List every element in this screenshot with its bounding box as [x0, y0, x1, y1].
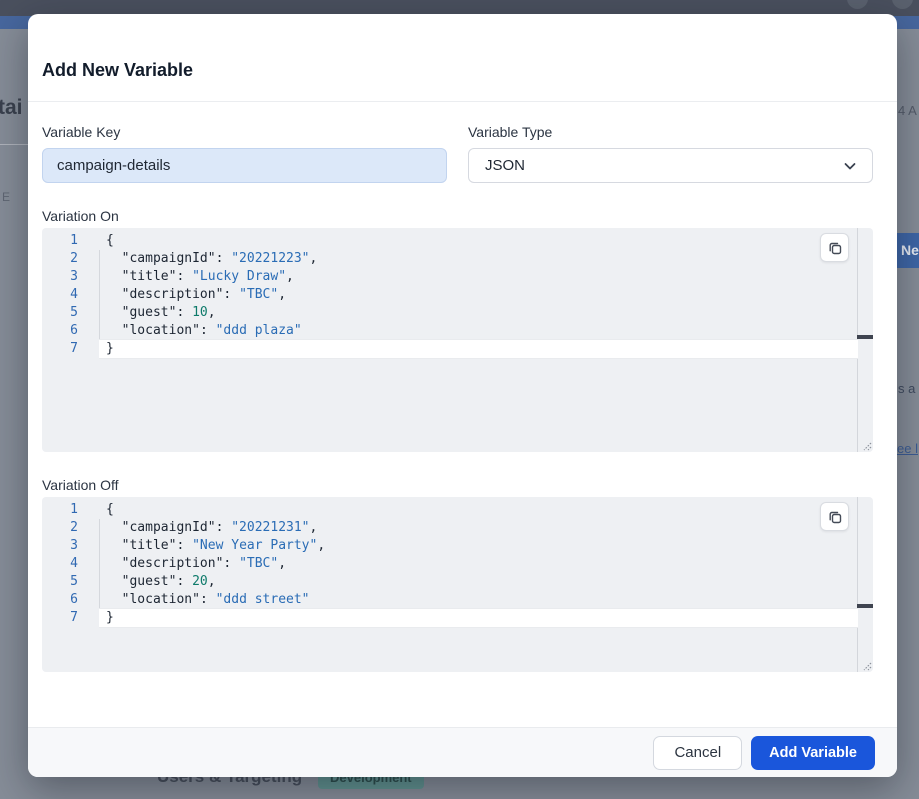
- screen: tai E 4 A Ne s a ee l Users & Targeting …: [0, 0, 919, 799]
- line-number: 4: [42, 286, 99, 304]
- code-line[interactable]: 1{: [42, 501, 858, 519]
- code-text: "campaignId": "20221231",: [99, 519, 858, 537]
- code-line[interactable]: 2 "campaignId": "20221223",: [42, 250, 858, 268]
- variable-key-group: Variable Key: [42, 124, 447, 183]
- code-text: "title": "New Year Party",: [99, 537, 858, 555]
- line-number: 7: [42, 340, 99, 358]
- scrollbar-thumb[interactable]: [857, 604, 873, 608]
- code-line[interactable]: 7}: [42, 340, 858, 358]
- chevron-down-icon: [842, 158, 858, 178]
- code-text: "guest": 20,: [99, 573, 858, 591]
- code-text: "location": "ddd street": [99, 591, 858, 609]
- background-new-button-clip: Ne: [897, 233, 919, 268]
- resize-grip-icon[interactable]: [860, 439, 872, 451]
- variable-key-label: Variable Key: [42, 124, 447, 140]
- scrollbar-thumb[interactable]: [857, 335, 873, 339]
- copy-button[interactable]: [820, 233, 849, 262]
- resize-grip-icon[interactable]: [860, 659, 872, 671]
- variation-on-label: Variation On: [42, 208, 119, 224]
- variation-off-label: Variation Off: [42, 477, 119, 493]
- variable-type-label: Variable Type: [468, 124, 873, 140]
- code-text: }: [99, 340, 858, 358]
- variation-on-editor[interactable]: 1{2 "campaignId": "20221223",3 "title": …: [42, 228, 873, 452]
- code-text: "guest": 10,: [99, 304, 858, 322]
- code-line[interactable]: 6 "location": "ddd street": [42, 591, 858, 609]
- add-variable-modal: Add New Variable Variable Key Variable T…: [28, 14, 897, 777]
- copy-icon: [827, 240, 843, 256]
- add-variable-button[interactable]: Add Variable: [751, 736, 875, 770]
- code-lines: 1{2 "campaignId": "20221231",3 "title": …: [42, 497, 858, 627]
- variation-off-editor[interactable]: 1{2 "campaignId": "20221231",3 "title": …: [42, 497, 873, 672]
- line-number: 2: [42, 250, 99, 268]
- code-line[interactable]: 2 "campaignId": "20221231",: [42, 519, 858, 537]
- code-line[interactable]: 5 "guest": 20,: [42, 573, 858, 591]
- code-lines: 1{2 "campaignId": "20221223",3 "title": …: [42, 228, 858, 358]
- copy-icon: [827, 509, 843, 525]
- code-line[interactable]: 3 "title": "Lucky Draw",: [42, 268, 858, 286]
- code-line[interactable]: 6 "location": "ddd plaza": [42, 322, 858, 340]
- variable-type-select[interactable]: JSON: [468, 148, 873, 183]
- background-date-clip: 4 A: [898, 103, 917, 118]
- copy-button[interactable]: [820, 502, 849, 531]
- code-text: }: [99, 609, 858, 627]
- background-page-title-clip: tai: [0, 96, 23, 120]
- variable-form: Variable Key Variable Type JSON: [42, 124, 873, 183]
- background-divider: [0, 144, 28, 145]
- modal-divider: [28, 101, 897, 102]
- line-number: 3: [42, 537, 99, 555]
- line-number: 1: [42, 501, 99, 519]
- avatar: [847, 0, 868, 9]
- code-text: "campaignId": "20221223",: [99, 250, 858, 268]
- background-link-clip: ee l: [897, 441, 918, 456]
- code-line[interactable]: 7}: [42, 609, 858, 627]
- variable-type-group: Variable Type JSON: [468, 124, 873, 183]
- modal-title: Add New Variable: [42, 60, 193, 81]
- code-line[interactable]: 3 "title": "New Year Party",: [42, 537, 858, 555]
- code-text: "location": "ddd plaza": [99, 322, 858, 340]
- background-text-clip: s a: [898, 381, 915, 396]
- variable-key-input[interactable]: [42, 148, 447, 183]
- line-number: 6: [42, 591, 99, 609]
- line-number: 4: [42, 555, 99, 573]
- modal-footer: Cancel Add Variable: [28, 727, 897, 777]
- code-text: "description": "TBC",: [99, 286, 858, 304]
- code-text: {: [99, 232, 858, 250]
- code-line[interactable]: 5 "guest": 10,: [42, 304, 858, 322]
- line-number: 6: [42, 322, 99, 340]
- line-number: 5: [42, 304, 99, 322]
- line-number: 7: [42, 609, 99, 627]
- code-text: "title": "Lucky Draw",: [99, 268, 858, 286]
- code-text: {: [99, 501, 858, 519]
- avatar: [892, 0, 913, 9]
- line-number: 5: [42, 573, 99, 591]
- background-label-clip: E: [2, 190, 10, 204]
- line-number: 1: [42, 232, 99, 250]
- line-number: 3: [42, 268, 99, 286]
- code-line[interactable]: 4 "description": "TBC",: [42, 286, 858, 304]
- line-number: 2: [42, 519, 99, 537]
- cancel-button[interactable]: Cancel: [653, 736, 742, 770]
- code-line[interactable]: 4 "description": "TBC",: [42, 555, 858, 573]
- code-text: "description": "TBC",: [99, 555, 858, 573]
- variable-type-value: JSON: [485, 157, 525, 174]
- code-line[interactable]: 1{: [42, 232, 858, 250]
